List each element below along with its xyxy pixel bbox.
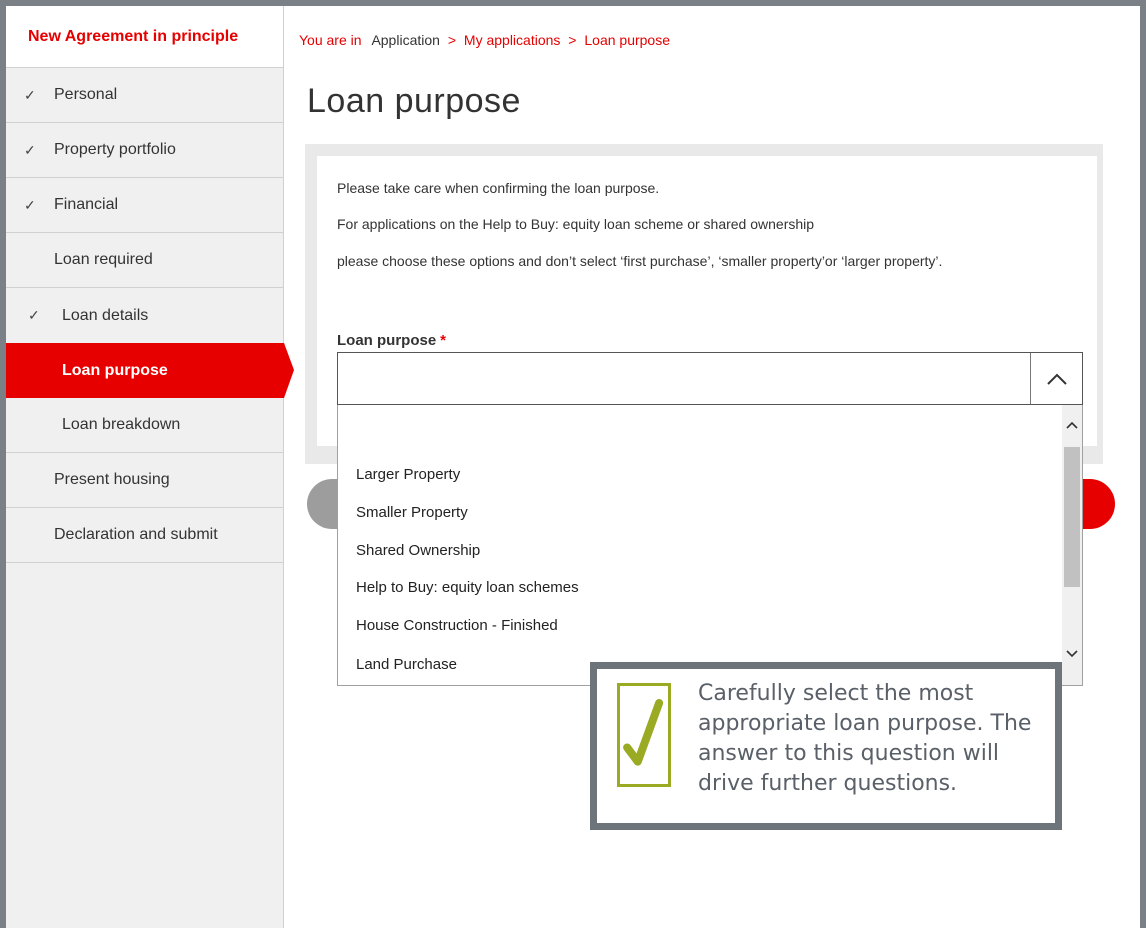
app-frame: New Agreement in principle ✓ Personal ✓ … (0, 0, 1146, 928)
sidebar-item-label: Personal (54, 86, 118, 103)
sidebar-item-loan-purpose[interactable]: Loan purpose (6, 343, 294, 398)
dropdown-option-land-purchase[interactable]: Land Purchase (356, 656, 457, 673)
breadcrumb-separator: > (447, 32, 457, 48)
sidebar-item-declaration-and-submit[interactable]: Declaration and submit (6, 508, 283, 563)
sidebar-item-property-portfolio[interactable]: ✓ Property portfolio (6, 123, 283, 178)
checkmark-icon: ✓ (24, 196, 36, 213)
checkmark-icon: ✓ (24, 141, 36, 158)
dropdown-option-smaller-property[interactable]: Smaller Property (356, 504, 468, 521)
guidance-callout: Carefully select the most appropriate lo… (590, 662, 1062, 830)
sidebar-item-present-housing[interactable]: Present housing (6, 453, 283, 508)
sidebar-item-personal[interactable]: ✓ Personal (6, 68, 283, 123)
sidebar-item-loan-breakdown[interactable]: Loan breakdown (6, 398, 283, 453)
sidebar-item-label: Financial (54, 196, 119, 213)
dropdown-option-larger-property[interactable]: Larger Property (356, 466, 460, 483)
sidebar-item-loan-required[interactable]: Loan required (6, 233, 283, 288)
breadcrumb-item-loan-purpose[interactable]: Loan purpose (584, 32, 670, 48)
info-text-line-2: For applications on the Help to Buy: equ… (337, 216, 815, 232)
sidebar-item-financial[interactable]: ✓ Financial (6, 178, 283, 233)
sidebar-item-label: Loan breakdown (62, 416, 181, 433)
required-marker: * (440, 332, 447, 349)
loan-purpose-dropdown: Larger Property Smaller Property Shared … (337, 405, 1083, 686)
sidebar-item-label: Present housing (54, 471, 170, 488)
breadcrumb-separator: > (568, 32, 577, 48)
loan-purpose-label: Loan purpose * (337, 332, 446, 349)
sidebar-item-label: Loan required (54, 251, 153, 268)
loan-purpose-select[interactable] (337, 352, 1083, 405)
info-text-line-3: please choose these options and don’t se… (337, 253, 943, 269)
checkmark-icon: ✓ (28, 307, 40, 323)
scrollbar-thumb[interactable] (1064, 447, 1080, 587)
breadcrumb-item-my-applications[interactable]: My applications (464, 32, 561, 48)
sidebar: New Agreement in principle ✓ Personal ✓ … (6, 6, 294, 928)
chevron-up-icon[interactable] (1030, 353, 1082, 404)
checkmark-icon (617, 683, 671, 787)
info-text-line-1: Please take care when confirming the loa… (337, 180, 660, 196)
page-title: Loan purpose (307, 82, 521, 120)
checkmark-icon: ✓ (24, 86, 36, 103)
sidebar-item-label: Property portfolio (54, 141, 176, 158)
dropdown-option-help-to-buy[interactable]: Help to Buy: equity loan schemes (356, 579, 579, 596)
scroll-down-icon[interactable] (1064, 646, 1080, 662)
dropdown-option-house-construction-finished[interactable]: House Construction - Finished (356, 617, 558, 634)
callout-text: Carefully select the most appropriate lo… (698, 681, 1032, 796)
scroll-up-icon[interactable] (1064, 417, 1080, 433)
breadcrumb-prefix: You are in (299, 32, 362, 48)
sidebar-item-label: Declaration and submit (54, 526, 218, 543)
loan-purpose-label-text: Loan purpose (337, 332, 437, 349)
sidebar-item-loan-details[interactable]: ✓ Loan details (6, 288, 283, 343)
sidebar-item-label: Loan purpose (62, 361, 168, 379)
sidebar-header[interactable]: New Agreement in principle (6, 6, 283, 68)
sidebar-item-label: Loan details (62, 306, 149, 324)
breadcrumb-item-application[interactable]: Application (371, 32, 440, 48)
dropdown-option-shared-ownership[interactable]: Shared Ownership (356, 542, 480, 559)
dropdown-scrollbar[interactable] (1062, 405, 1082, 685)
breadcrumb: You are in Application > My applications… (299, 32, 670, 48)
